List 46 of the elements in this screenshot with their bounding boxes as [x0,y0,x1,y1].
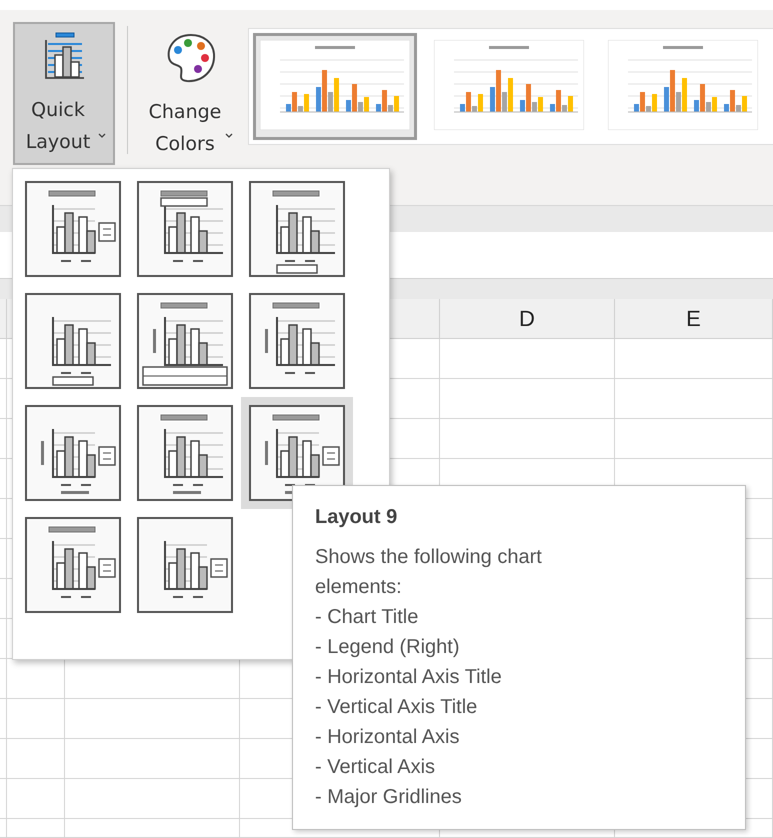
tooltip-list-item: - Horizontal Axis [315,725,460,750]
table-cell[interactable] [0,499,7,539]
table-cell[interactable] [0,379,7,419]
column-header[interactable] [0,299,7,339]
table-cell[interactable] [65,699,240,739]
chart-style-thumbnail[interactable] [253,33,417,140]
table-cell[interactable] [615,419,773,459]
tooltip-list-item: - Vertical Axis Title [315,695,478,720]
table-cell[interactable] [0,339,7,379]
table-cell[interactable] [7,739,65,779]
table-cell[interactable] [440,419,615,459]
table-cell[interactable] [440,339,615,379]
tooltip-list-item: - Vertical Axis [315,755,436,780]
table-cell[interactable] [0,779,7,819]
palette-icon [165,32,217,84]
table-cell[interactable] [0,419,7,459]
table-cell[interactable] [7,699,65,739]
table-cell[interactable] [0,459,7,499]
column-header[interactable]: D [440,299,615,339]
tooltip-list-item: - Legend (Right) [315,635,460,660]
tooltip-list-item: - Horizontal Axis Title [315,665,502,690]
table-cell[interactable] [615,379,773,419]
table-cell[interactable] [0,659,7,699]
table-cell[interactable] [7,819,65,838]
table-cell[interactable] [615,339,773,379]
tooltip-list-item: - Chart Title [315,605,418,630]
table-cell[interactable] [65,819,240,838]
change-colors-button[interactable]: Change Colors [140,22,242,165]
column-header[interactable]: E [615,299,773,339]
tooltip-title: Layout 9 [315,505,398,530]
tooltip-description: Shows the following chart elements: [315,545,543,600]
caret-icon [98,133,107,139]
caret-icon [225,133,234,139]
table-cell[interactable] [0,699,7,739]
tooltip-list-item: - Major Gridlines [315,785,462,810]
table-cell[interactable] [0,579,7,619]
table-cell[interactable] [0,539,7,579]
table-cell[interactable] [440,379,615,419]
table-cell[interactable] [0,619,7,659]
table-cell[interactable] [0,739,7,779]
table-cell[interactable] [65,739,240,779]
quick-layout-button[interactable]: Quick Layout [13,22,115,165]
chart-layout-icon [44,32,84,82]
table-cell[interactable] [0,819,7,838]
table-cell[interactable] [7,779,65,819]
table-cell[interactable] [65,779,240,819]
